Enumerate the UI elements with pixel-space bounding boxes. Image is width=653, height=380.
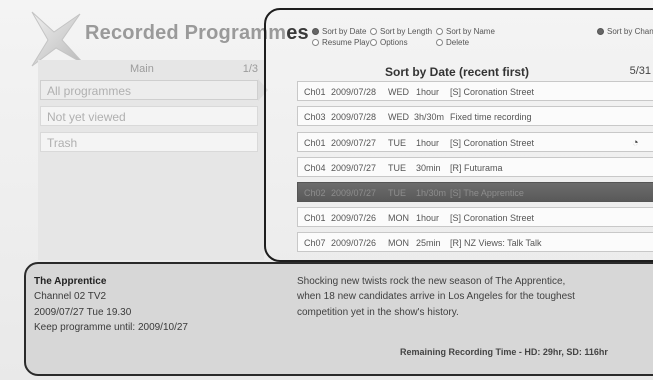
- option-label: Sort by Date: [322, 27, 367, 36]
- row-duration: 3h/30m: [414, 112, 445, 122]
- option-sort-by-date[interactable]: Sort by Date: [312, 27, 366, 37]
- row-channel: Ch02: [304, 188, 326, 198]
- menu-page-indicator: 1/3: [242, 63, 258, 75]
- remaining-recording-time: Remaining Recording Time - HD: 29hr, SD:…: [400, 347, 608, 357]
- row-channel: Ch04: [304, 163, 326, 173]
- page-title-part: es: [286, 22, 309, 44]
- radio-empty-icon: [436, 28, 443, 35]
- row-date: 2009/07/26: [331, 213, 377, 223]
- programme-keep-until: Keep programme until: 2009/10/27: [34, 322, 188, 333]
- page-title: Recorded Programmes: [85, 22, 309, 45]
- row-channel: Ch03: [304, 112, 326, 122]
- programme-title: The Apprentice: [34, 276, 107, 287]
- option-resume-play[interactable]: Resume Play: [312, 38, 370, 48]
- row-day: TUE: [388, 163, 406, 173]
- option-sort-by-length[interactable]: Sort by Length: [370, 27, 432, 37]
- row-day: TUE: [388, 188, 406, 198]
- row-date: 2009/07/27: [331, 163, 377, 173]
- option-label: Sort by Name: [446, 27, 495, 36]
- menu-header: Main 1/3: [38, 63, 264, 79]
- option-label: Sort by Channe: [607, 27, 653, 36]
- row-channel: Ch01: [304, 138, 326, 148]
- option-delete[interactable]: Delete: [436, 38, 469, 48]
- option-label: Resume Play: [322, 38, 370, 47]
- row-day: MON: [388, 238, 409, 248]
- recorder-screen: Recorded Programmes Main 1/3 All program…: [0, 0, 653, 380]
- row-duration: 1hour: [416, 138, 440, 148]
- row-channel: Ch01: [304, 87, 326, 97]
- row-title: [R] Futurama: [450, 163, 503, 173]
- radio-empty-icon: [312, 39, 319, 46]
- option-label: Options: [380, 38, 408, 47]
- option-label: Delete: [446, 38, 470, 47]
- radio-filled-icon: [597, 28, 604, 35]
- row-duration: 25min: [416, 238, 441, 248]
- row-day: MON: [388, 213, 409, 223]
- menu-item-all-programmes[interactable]: All programmes: [40, 80, 258, 100]
- programme-datetime: 2009/07/27 Tue 19.30: [34, 307, 132, 318]
- radio-filled-icon: [312, 28, 319, 35]
- row-title: [R] NZ Views: Talk Talk: [450, 238, 542, 248]
- play-pause-icon: ◔: [632, 137, 639, 149]
- row-day: TUE: [388, 138, 406, 148]
- row-duration: 30min: [416, 163, 441, 173]
- recording-row-selected[interactable]: Ch02 2009/07/27 TUE 1h/30m [S] The Appre…: [297, 182, 653, 202]
- row-date: 2009/07/26: [331, 238, 377, 248]
- row-day: WED: [388, 112, 409, 122]
- row-duration: 1hour: [416, 213, 440, 223]
- list-header: Sort by Date (recent first) 5/31: [297, 65, 653, 79]
- row-title: [S] The Apprentice: [450, 188, 524, 198]
- recording-row[interactable]: Ch03 2009/07/28 WED 3h/30m Fixed time re…: [297, 106, 653, 126]
- option-options[interactable]: Options: [370, 38, 408, 48]
- menu-item-trash[interactable]: Trash: [40, 132, 258, 152]
- row-duration: 1h/30m: [416, 188, 447, 198]
- menu-title: Main: [130, 63, 154, 75]
- radio-empty-icon: [370, 39, 377, 46]
- option-sort-by-name[interactable]: Sort by Name: [436, 27, 495, 37]
- programme-channel: Channel 02 TV2: [34, 291, 107, 302]
- list-count: 5/31: [629, 65, 651, 77]
- option-label: Sort by Length: [380, 27, 433, 36]
- row-date: 2009/07/27: [331, 188, 377, 198]
- recording-row[interactable]: Ch01 2009/07/26 MON 1hour [S] Coronation…: [297, 207, 653, 227]
- row-channel: Ch07: [304, 238, 326, 248]
- row-title: Fixed time recording: [450, 112, 532, 122]
- menu-item-not-yet-viewed[interactable]: Not yet viewed: [40, 106, 258, 126]
- row-day: WED: [388, 87, 409, 97]
- menu-selection-arrow-icon: [258, 79, 268, 101]
- option-sort-by-channel[interactable]: Sort by Channe: [597, 27, 653, 37]
- row-date: 2009/07/28: [331, 87, 377, 97]
- page-title-part: Recorded Programm: [85, 22, 287, 44]
- row-date: 2009/07/28: [331, 112, 377, 122]
- recording-row[interactable]: Ch01 2009/07/27 TUE 1hour [S] Coronation…: [297, 132, 653, 152]
- list-title: Sort by Date (recent first): [385, 65, 530, 79]
- radio-empty-icon: [436, 39, 443, 46]
- row-date: 2009/07/27: [331, 138, 377, 148]
- programme-description-line: Shocking new twists rock the new season …: [297, 276, 566, 287]
- programme-description-line: when 18 new candidates arrive in Los Ang…: [297, 291, 575, 302]
- row-title: [S] Coronation Street: [450, 87, 535, 97]
- row-duration: 1hour: [416, 87, 440, 97]
- recording-row[interactable]: Ch07 2009/07/26 MON 25min [R] NZ Views: …: [297, 232, 653, 252]
- programme-description-line: competition yet in the show's history.: [297, 307, 459, 318]
- row-title: [S] Coronation Street: [450, 138, 535, 148]
- radio-empty-icon: [370, 28, 377, 35]
- row-channel: Ch01: [304, 213, 326, 223]
- row-title: [S] Coronation Street: [450, 213, 535, 223]
- recording-row[interactable]: Ch01 2009/07/28 WED 1hour [S] Coronation…: [297, 81, 653, 101]
- recording-row[interactable]: Ch04 2009/07/27 TUE 30min [R] Futurama: [297, 157, 653, 177]
